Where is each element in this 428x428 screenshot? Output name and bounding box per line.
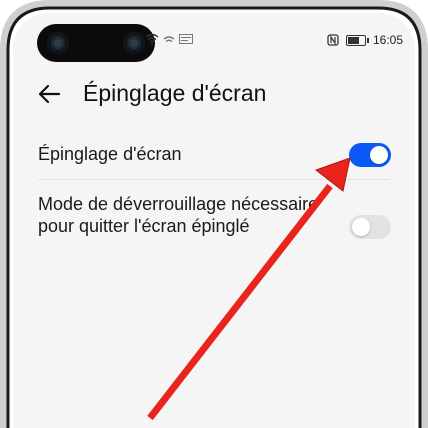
screen-pinning-toggle[interactable] bbox=[349, 143, 391, 167]
wifi-icon bbox=[145, 33, 159, 45]
status-time: 16:05 bbox=[372, 33, 403, 47]
phone-device: 16:05 Épinglage d'écran Épinglage d'écra… bbox=[0, 0, 428, 428]
signal-icon bbox=[163, 36, 175, 43]
toggle-knob bbox=[352, 218, 370, 236]
status-icons-right: 16:05 bbox=[327, 33, 403, 47]
nfc-icon bbox=[327, 34, 339, 46]
camera-lens-icon bbox=[47, 32, 69, 54]
setting-label: Mode de déverrouillage nécessaire pour q… bbox=[38, 194, 319, 236]
status-icons-left bbox=[145, 33, 193, 45]
page-title: Épinglage d'écran bbox=[83, 80, 267, 106]
page-header: Épinglage d'écran bbox=[13, 75, 415, 115]
arrow-left-icon[interactable] bbox=[35, 79, 65, 109]
setting-label: Épinglage d'écran bbox=[38, 144, 182, 164]
setting-row-unlock-mode[interactable]: Mode de déverrouillage nécessaire pour q… bbox=[13, 189, 415, 253]
toggle-knob bbox=[370, 146, 388, 164]
unlock-mode-toggle[interactable] bbox=[349, 215, 391, 239]
camera-lens-icon bbox=[123, 32, 145, 54]
battery-level bbox=[347, 36, 359, 44]
setting-row-screen-pinning[interactable]: Épinglage d'écran bbox=[13, 135, 415, 185]
battery-icon bbox=[345, 34, 369, 46]
front-camera-cutout bbox=[37, 24, 155, 62]
notification-icon bbox=[179, 34, 193, 44]
screen: 16:05 Épinglage d'écran Épinglage d'écra… bbox=[13, 13, 415, 428]
divider bbox=[38, 179, 390, 180]
